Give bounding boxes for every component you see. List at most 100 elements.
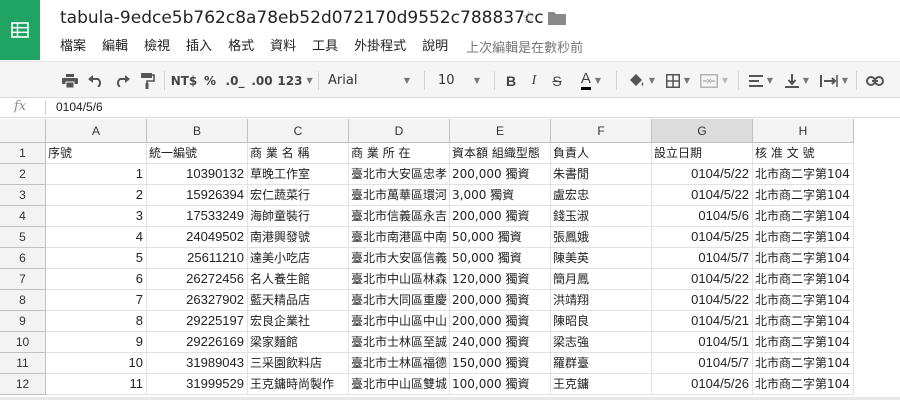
font-family-select[interactable]: Arial ▼ bbox=[322, 70, 414, 91]
cell-e10[interactable]: 240,000 獨資 bbox=[450, 332, 551, 353]
cell-e4[interactable]: 200,000 獨資 bbox=[450, 206, 551, 227]
cell-a3[interactable]: 2 bbox=[46, 185, 147, 206]
sheets-logo[interactable] bbox=[0, 0, 40, 60]
row-header-1[interactable]: 1 bbox=[0, 143, 46, 164]
row-header-2[interactable]: 2 bbox=[0, 164, 46, 185]
cell-a1[interactable]: 序號 bbox=[46, 143, 147, 164]
menu-file[interactable]: 檔案 bbox=[52, 38, 94, 56]
cell-a12[interactable]: 11 bbox=[46, 374, 147, 395]
cell-h5[interactable]: 北市商二字第104 bbox=[753, 227, 854, 248]
cell-h11[interactable]: 北市商二字第104 bbox=[753, 353, 854, 374]
column-header-d[interactable]: D bbox=[349, 119, 450, 143]
column-header-g[interactable]: G bbox=[652, 119, 753, 143]
cell-a10[interactable]: 9 bbox=[46, 332, 147, 353]
folder-icon[interactable] bbox=[548, 11, 566, 25]
cell-g12[interactable]: 0104/5/26 bbox=[652, 374, 753, 395]
menu-tools[interactable]: 工具 bbox=[304, 38, 346, 56]
cell-e1[interactable]: 資本額 組織型態 bbox=[450, 143, 551, 164]
cell-g9[interactable]: 0104/5/21 bbox=[652, 311, 753, 332]
column-header-e[interactable]: E bbox=[450, 119, 551, 143]
text-color-button[interactable]: A ▼ bbox=[574, 70, 608, 91]
cell-g7[interactable]: 0104/5/22 bbox=[652, 269, 753, 290]
cell-b1[interactable]: 統一編號 bbox=[147, 143, 248, 164]
column-header-h[interactable]: H bbox=[753, 119, 854, 143]
row-header-12[interactable]: 12 bbox=[0, 374, 46, 395]
cell-e8[interactable]: 200,000 獨資 bbox=[450, 290, 551, 311]
print-button[interactable] bbox=[60, 70, 80, 91]
menu-edit[interactable]: 編輯 bbox=[94, 38, 136, 56]
cell-f1[interactable]: 負責人 bbox=[551, 143, 652, 164]
cell-c6[interactable]: 達美小吃店 bbox=[248, 248, 349, 269]
undo-button[interactable] bbox=[86, 70, 106, 91]
cell-d6[interactable]: 臺北市大安區信義 bbox=[349, 248, 450, 269]
italic-button[interactable]: I bbox=[526, 70, 542, 91]
cell-h2[interactable]: 北市商二字第104 bbox=[753, 164, 854, 185]
menu-format[interactable]: 格式 bbox=[220, 38, 262, 56]
cell-h4[interactable]: 北市商二字第104 bbox=[753, 206, 854, 227]
cell-h8[interactable]: 北市商二字第104 bbox=[753, 290, 854, 311]
cell-f5[interactable]: 張鳳娥 bbox=[551, 227, 652, 248]
cell-a4[interactable]: 3 bbox=[46, 206, 147, 227]
cell-f3[interactable]: 盧宏忠 bbox=[551, 185, 652, 206]
cell-c1[interactable]: 商 業 名 稱 bbox=[248, 143, 349, 164]
cell-g3[interactable]: 0104/5/22 bbox=[652, 185, 753, 206]
percent-format-button[interactable]: % bbox=[202, 70, 218, 91]
cell-h9[interactable]: 北市商二字第104 bbox=[753, 311, 854, 332]
cell-c4[interactable]: 海帥童裝行 bbox=[248, 206, 349, 227]
paint-format-button[interactable] bbox=[138, 70, 158, 91]
cell-g11[interactable]: 0104/5/7 bbox=[652, 353, 753, 374]
cell-b10[interactable]: 29226169 bbox=[147, 332, 248, 353]
row-header-10[interactable]: 10 bbox=[0, 332, 46, 353]
cell-b3[interactable]: 15926394 bbox=[147, 185, 248, 206]
cell-d12[interactable]: 臺北市中山區雙城 bbox=[349, 374, 450, 395]
insert-link-button[interactable] bbox=[864, 70, 886, 91]
font-size-select[interactable]: 10 ▼ bbox=[432, 70, 484, 91]
cell-d11[interactable]: 臺北市士林區福德 bbox=[349, 353, 450, 374]
cell-b7[interactable]: 26272456 bbox=[147, 269, 248, 290]
cell-f6[interactable]: 陳美英 bbox=[551, 248, 652, 269]
cell-f4[interactable]: 錢玉淑 bbox=[551, 206, 652, 227]
increase-decimal-button[interactable]: .00 bbox=[250, 70, 274, 91]
cell-e7[interactable]: 120,000 獨資 bbox=[450, 269, 551, 290]
column-header-a[interactable]: A bbox=[46, 119, 147, 143]
cell-c10[interactable]: 梁家麵館 bbox=[248, 332, 349, 353]
cell-d7[interactable]: 臺北市中山區林森 bbox=[349, 269, 450, 290]
cell-f11[interactable]: 羅群臺 bbox=[551, 353, 652, 374]
cell-a8[interactable]: 7 bbox=[46, 290, 147, 311]
cell-e6[interactable]: 50,000 獨資 bbox=[450, 248, 551, 269]
cell-b5[interactable]: 24049502 bbox=[147, 227, 248, 248]
cell-e3[interactable]: 3,000 獨資 bbox=[450, 185, 551, 206]
cell-f8[interactable]: 洪靖翔 bbox=[551, 290, 652, 311]
cell-a7[interactable]: 6 bbox=[46, 269, 147, 290]
cell-b12[interactable]: 31999529 bbox=[147, 374, 248, 395]
row-header-6[interactable]: 6 bbox=[0, 248, 46, 269]
cell-f12[interactable]: 王克鏞 bbox=[551, 374, 652, 395]
cell-c2[interactable]: 草晚工作室 bbox=[248, 164, 349, 185]
row-header-8[interactable]: 8 bbox=[0, 290, 46, 311]
cell-d10[interactable]: 臺北市士林區至誠 bbox=[349, 332, 450, 353]
cell-b11[interactable]: 31989043 bbox=[147, 353, 248, 374]
cell-c12[interactable]: 王克鏞時尚製作 bbox=[248, 374, 349, 395]
horizontal-align-button[interactable]: ▼ bbox=[746, 70, 776, 91]
cell-c7[interactable]: 名人養生館 bbox=[248, 269, 349, 290]
cell-d8[interactable]: 臺北市大同區重慶 bbox=[349, 290, 450, 311]
cell-d2[interactable]: 臺北市大安區忠孝 bbox=[349, 164, 450, 185]
vertical-align-button[interactable]: ▼ bbox=[782, 70, 812, 91]
column-header-f[interactable]: F bbox=[551, 119, 652, 143]
cell-f9[interactable]: 陳昭良 bbox=[551, 311, 652, 332]
menu-help[interactable]: 說明 bbox=[414, 38, 456, 56]
cell-a2[interactable]: 1 bbox=[46, 164, 147, 185]
cell-b6[interactable]: 25611210 bbox=[147, 248, 248, 269]
decrease-decimal-button[interactable]: .0_ bbox=[224, 70, 246, 91]
document-title[interactable]: tabula-9edce5b762c8a78eb52d072170d9552c7… bbox=[60, 8, 544, 28]
cell-f7[interactable]: 簡月鳳 bbox=[551, 269, 652, 290]
text-wrapping-button[interactable]: ▼ bbox=[818, 70, 850, 91]
star-icon[interactable]: ☆ bbox=[521, 8, 536, 28]
cell-d3[interactable]: 臺北市萬華區環河 bbox=[349, 185, 450, 206]
cell-g6[interactable]: 0104/5/7 bbox=[652, 248, 753, 269]
row-header-11[interactable]: 11 bbox=[0, 353, 46, 374]
cell-g2[interactable]: 0104/5/22 bbox=[652, 164, 753, 185]
column-header-b[interactable]: B bbox=[147, 119, 248, 143]
borders-button[interactable]: ▼ bbox=[662, 70, 694, 91]
cell-h10[interactable]: 北市商二字第104 bbox=[753, 332, 854, 353]
